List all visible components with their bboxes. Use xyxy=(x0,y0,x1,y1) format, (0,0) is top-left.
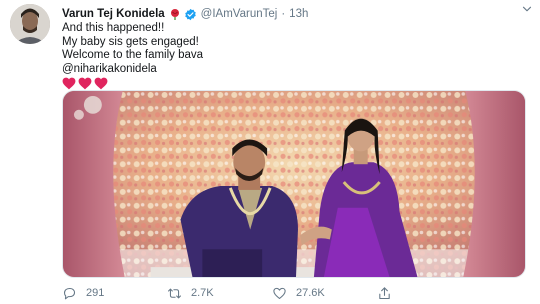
retweet-count: 2.7K xyxy=(191,287,214,299)
tweet-line-2: My baby sis gets engaged! xyxy=(62,35,199,48)
rose-emoji-icon xyxy=(170,9,179,20)
engagement-photo xyxy=(63,91,525,277)
tweet-card: Varun Tej Konidela @IAmVarunTej · 13h An… xyxy=(0,0,540,304)
hearts-emoji-row xyxy=(62,77,502,90)
author-handle[interactable]: @IAmVarunTej xyxy=(201,8,278,20)
red-heart-icon xyxy=(62,77,76,90)
heart-outline-icon xyxy=(273,287,286,299)
share-icon xyxy=(379,286,390,299)
share-button[interactable] xyxy=(377,284,482,302)
like-button[interactable]: 27.6K xyxy=(272,284,377,302)
retweet-icon xyxy=(168,288,181,298)
avatar[interactable] xyxy=(10,4,50,44)
avatar-image xyxy=(10,4,50,44)
verified-badge-icon xyxy=(184,8,196,20)
tweet-header: Varun Tej Konidela @IAmVarunTej · 13h xyxy=(62,5,530,23)
reply-count: 291 xyxy=(86,287,105,299)
tweet-line-1: And this happened!! xyxy=(62,22,165,34)
tweet-timestamp[interactable]: 13h xyxy=(289,8,308,20)
tweet-photo[interactable] xyxy=(62,90,526,278)
mention-link[interactable]: @niharikakonidela xyxy=(62,63,502,77)
tweet-line-3: Welcome to the family bava xyxy=(62,49,204,61)
like-count: 27.6K xyxy=(296,287,325,299)
reply-button[interactable]: 291 xyxy=(62,284,167,302)
red-heart-icon xyxy=(78,77,92,90)
separator-dot: · xyxy=(281,8,286,20)
red-heart-icon xyxy=(94,77,108,90)
tweet-actions: 291 2.7K 27.6K xyxy=(62,284,482,302)
author-name[interactable]: Varun Tej Konidela xyxy=(62,8,165,20)
chevron-down-icon[interactable] xyxy=(520,2,534,16)
tweet-text: And this happened!! My baby sis gets eng… xyxy=(62,22,502,90)
reply-icon xyxy=(63,287,76,299)
retweet-button[interactable]: 2.7K xyxy=(167,284,272,302)
